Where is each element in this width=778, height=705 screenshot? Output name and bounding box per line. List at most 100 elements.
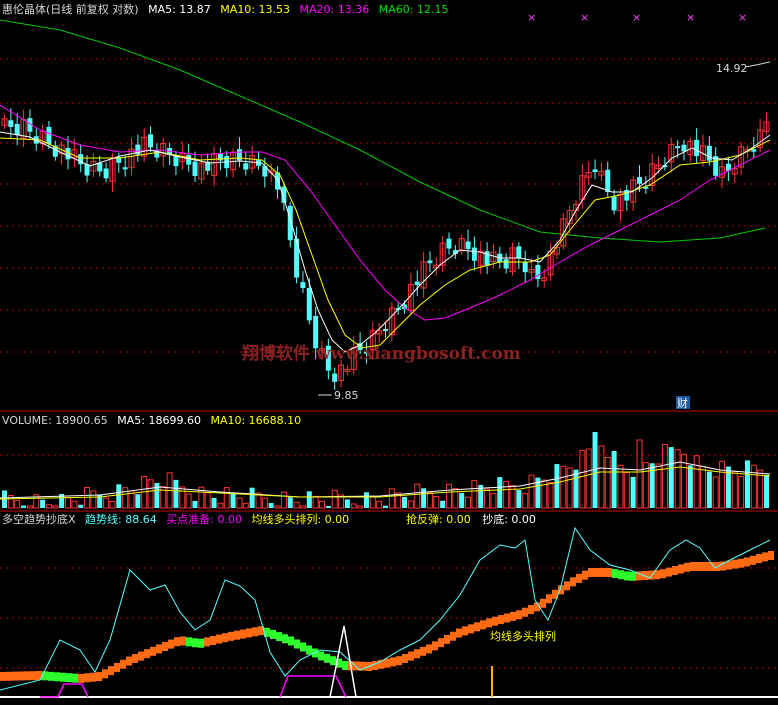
candle-body-down xyxy=(427,260,433,264)
trend-band-up xyxy=(114,662,120,672)
trend-band-up xyxy=(696,562,702,571)
trend-band-up xyxy=(480,620,486,630)
trend-band-down xyxy=(306,645,312,655)
candle-body-down xyxy=(414,281,420,286)
volume-bar-up xyxy=(65,497,71,509)
volume-bar-down xyxy=(668,447,674,508)
candle-body-down xyxy=(713,156,719,176)
buyprep-value: 买点准备: 0.00 xyxy=(166,512,242,526)
trend-band-up xyxy=(120,659,126,669)
trend-band-up xyxy=(660,569,666,579)
volume-bar-up xyxy=(414,483,421,509)
trend-band-up xyxy=(252,627,258,637)
volume-bar-up xyxy=(426,491,433,509)
candle-body-down xyxy=(103,168,109,179)
volume-bar-up xyxy=(674,449,681,509)
trend-band-up xyxy=(144,649,150,659)
volume-bar-up xyxy=(522,493,529,509)
trend-band-up xyxy=(372,661,378,670)
volume-bar-down xyxy=(383,505,388,508)
finance-badge[interactable]: 财 xyxy=(677,396,688,410)
volume-bar-down xyxy=(687,465,693,508)
trend-band-up xyxy=(246,628,252,638)
trend-band-up xyxy=(510,611,516,621)
trend-band-up xyxy=(768,551,774,560)
svg-text:×: × xyxy=(738,11,747,24)
candle-body-down xyxy=(122,167,128,170)
high-price-label: 14.92 xyxy=(716,62,748,75)
volume-bar-down xyxy=(630,476,636,508)
volume-bar-up xyxy=(731,471,738,509)
volume-bar-down xyxy=(554,464,560,508)
volume-bar-up xyxy=(636,439,643,509)
trend-band-up xyxy=(150,646,156,656)
trend-band-up xyxy=(12,671,18,681)
ma20-curve xyxy=(0,104,771,321)
volume-bar-up xyxy=(566,467,573,509)
volume-bar-down xyxy=(173,479,179,508)
volume-bar-down xyxy=(516,490,522,508)
trend-band-down xyxy=(60,672,66,682)
trend-band-up xyxy=(174,637,180,647)
volume-bar-up xyxy=(465,496,472,509)
volume-bar-up xyxy=(217,502,224,509)
trend-band-down xyxy=(294,639,300,649)
trend-band-up xyxy=(180,636,186,646)
trend-band-down xyxy=(276,632,282,642)
candle-body-down xyxy=(332,373,338,382)
trend-band-down xyxy=(318,651,324,661)
trend-band-down xyxy=(192,638,198,648)
top-markers: × × × × × xyxy=(527,11,747,24)
trend-band-up xyxy=(18,671,24,681)
volume-bar-down xyxy=(402,496,408,508)
candle-body-down xyxy=(148,134,154,148)
trend-band-up xyxy=(756,554,762,564)
volume-bar-up xyxy=(122,487,129,509)
volume-bar-up xyxy=(579,449,586,509)
candle-body-down xyxy=(14,123,20,136)
volume-bar-up xyxy=(274,505,281,509)
volume-bar-up xyxy=(312,495,319,509)
trend-value: 趋势线: 88.64 xyxy=(85,512,157,526)
volume-bar-up xyxy=(471,480,478,509)
svg-text:×: × xyxy=(580,11,589,24)
trend-band-up xyxy=(594,568,600,577)
volume-bar-down xyxy=(192,500,198,508)
trend-band-up xyxy=(102,669,108,679)
trend-band-up xyxy=(84,673,90,683)
candle-body-down xyxy=(522,262,528,273)
trend-band-down xyxy=(186,637,192,647)
candle-body-down xyxy=(605,169,611,193)
volume-bar-down xyxy=(421,488,427,508)
volume-bar-up xyxy=(204,492,211,509)
bounce-value: 抢反弹: 0.00 xyxy=(406,512,471,526)
trend-band-up xyxy=(516,610,522,620)
volume-bar-up xyxy=(490,493,497,509)
trend-band-down xyxy=(612,569,618,578)
volume-bar-up xyxy=(446,483,452,509)
trend-band-down xyxy=(54,672,60,682)
trend-band-up xyxy=(426,644,432,654)
svg-text:惠伦晶体(日线 前复权 对数) MA5: 13.87: 惠伦晶体(日线 前复权 对数) MA5: 13.87 MA10: 13.53 M… xyxy=(2,2,448,16)
candle-body-down xyxy=(287,205,293,241)
volume-bar-down xyxy=(440,500,446,508)
trend-band-up xyxy=(762,552,768,562)
volume-bar-up xyxy=(693,455,700,509)
trend-band-up xyxy=(90,672,96,682)
volume-bar-down xyxy=(573,469,579,508)
trend-band-up xyxy=(156,644,162,654)
svg-text:×: × xyxy=(527,11,536,24)
volume-bar-up xyxy=(14,499,21,509)
stock-chart[interactable]: 翔博软件 www.xiangbosoft.com 惠伦晶体(日线 前复权 对数)… xyxy=(0,0,778,705)
low-price-label: 9.85 xyxy=(334,389,359,402)
trend-band-up xyxy=(582,570,588,580)
volume-bar-up xyxy=(109,501,116,509)
volume-bar-up xyxy=(52,505,59,509)
volume-bar-down xyxy=(744,460,750,508)
candle-body-down xyxy=(192,161,198,176)
ma5-value: MA5: 13.87 xyxy=(148,3,211,16)
volume-bar-down xyxy=(135,494,141,508)
volume-bar-down xyxy=(21,505,27,508)
candle-body-down xyxy=(294,238,300,278)
trend-band-up xyxy=(702,562,708,571)
